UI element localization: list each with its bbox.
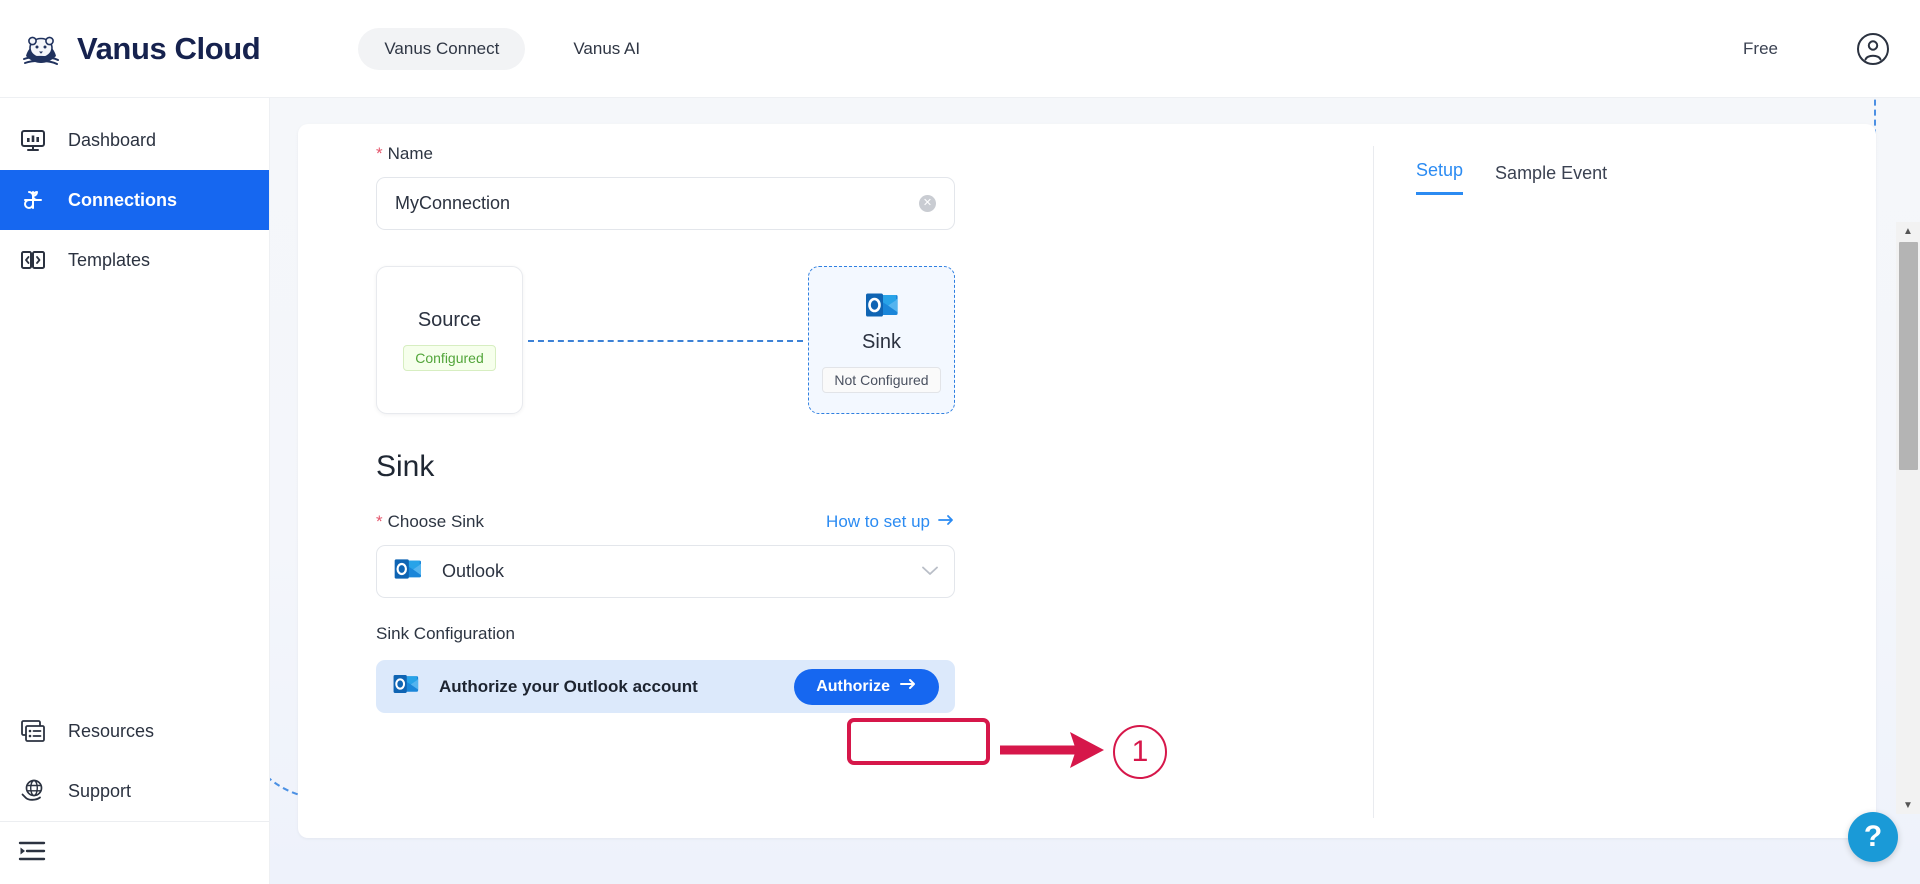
header-tab-vanus-ai[interactable]: Vanus AI xyxy=(551,28,662,70)
scroll-down-arrow-icon[interactable]: ▼ xyxy=(1896,796,1920,814)
account-circle-icon[interactable] xyxy=(1856,32,1890,66)
card-divider xyxy=(1373,146,1374,818)
sink-section-title: Sink xyxy=(376,450,435,483)
collapse-sidebar-icon xyxy=(18,840,46,867)
arrow-right-icon xyxy=(900,677,917,696)
choose-sink-row: * Choose Sink How to set up xyxy=(376,512,955,532)
sink-node[interactable]: Sink Not Configured xyxy=(808,266,955,414)
page-scrollbar[interactable]: ▲ ▼ xyxy=(1896,222,1920,814)
sink-node-title: Sink xyxy=(862,331,901,353)
connection-editor-card: * Name MyConnection ✕ Source Configured xyxy=(298,124,1876,838)
sidebar-item-dashboard[interactable]: Dashboard xyxy=(0,110,269,170)
outlook-icon xyxy=(864,287,900,323)
monitor-icon xyxy=(18,125,48,155)
how-to-set-up-link[interactable]: How to set up xyxy=(826,512,955,532)
sidebar-item-resources[interactable]: Resources xyxy=(0,701,269,761)
required-asterisk: * xyxy=(376,144,383,163)
chevron-down-icon[interactable] xyxy=(922,563,938,580)
sidebar: Dashboard Connections Templates Resource… xyxy=(0,98,270,884)
sidebar-item-label: Connections xyxy=(68,189,178,210)
name-field-label: * Name xyxy=(376,144,1316,164)
flow-connector-line xyxy=(528,340,803,342)
help-question-icon[interactable]: ? xyxy=(1848,812,1898,862)
arrow-right-icon xyxy=(938,512,955,532)
required-asterisk: * xyxy=(376,512,383,531)
sidebar-item-label: Support xyxy=(68,780,132,801)
outlook-icon xyxy=(393,554,423,589)
plan-badge: Free xyxy=(1743,38,1778,58)
sink-select-value: Outlook xyxy=(442,561,505,581)
support-globe-hand-icon xyxy=(18,776,48,806)
header-tab-vanus-connect[interactable]: Vanus Connect xyxy=(358,27,526,70)
sidebar-item-label: Dashboard xyxy=(68,129,157,150)
connections-icon xyxy=(18,185,48,215)
brand-title: Vanus Cloud xyxy=(77,30,261,66)
choose-sink-label-text: Choose Sink xyxy=(387,512,485,531)
page-body: * Name MyConnection ✕ Source Configured xyxy=(270,98,1920,884)
scroll-up-arrow-icon[interactable]: ▲ xyxy=(1896,222,1920,240)
authorize-description: Authorize your Outlook account xyxy=(439,676,698,696)
sidebar-item-templates[interactable]: Templates xyxy=(0,230,269,290)
resources-icon xyxy=(18,716,48,746)
source-sink-flow: Source Configured Sink Not Configured xyxy=(376,266,955,416)
name-input-value: MyConnection xyxy=(395,193,511,213)
sink-configuration-label: Sink Configuration xyxy=(376,624,515,643)
app-root: Vanus Cloud Vanus Connect Vanus AI Free xyxy=(0,0,1920,884)
scrollbar-thumb[interactable] xyxy=(1899,242,1918,470)
brand[interactable]: Vanus Cloud xyxy=(18,26,261,72)
source-node-title: Source xyxy=(417,309,482,331)
tab-setup[interactable]: Setup xyxy=(1416,160,1464,195)
templates-icon xyxy=(18,245,48,275)
header-nav: Vanus Connect Vanus AI xyxy=(358,27,662,70)
authorize-button[interactable]: Authorize xyxy=(794,668,939,705)
annotation-step-marker: 1 xyxy=(1113,725,1167,779)
sidebar-top-group: Dashboard Connections Templates xyxy=(0,98,269,290)
sidebar-item-label: Resources xyxy=(68,720,155,741)
sink-select[interactable]: Outlook xyxy=(376,545,955,598)
otter-logo-icon xyxy=(18,26,64,72)
connection-form: * Name MyConnection ✕ Source Configured xyxy=(376,144,1316,713)
name-label-text: Name xyxy=(387,144,433,163)
sidebar-item-support[interactable]: Support xyxy=(0,761,269,821)
name-input[interactable]: MyConnection ✕ xyxy=(376,177,955,230)
sidebar-item-label: Templates xyxy=(68,249,151,270)
sidebar-collapse-button[interactable] xyxy=(0,822,269,884)
source-node[interactable]: Source Configured xyxy=(376,266,523,414)
tab-sample-event[interactable]: Sample Event xyxy=(1495,163,1607,195)
choose-sink-label: * Choose Sink xyxy=(376,512,484,532)
sidebar-item-connections[interactable]: Connections xyxy=(0,170,269,230)
authorize-button-label: Authorize xyxy=(816,677,890,695)
clear-input-icon[interactable]: ✕ xyxy=(919,195,936,212)
header-right: Free xyxy=(1743,32,1890,66)
right-pane: Setup Sample Event xyxy=(1416,160,1607,195)
app-header: Vanus Cloud Vanus Connect Vanus AI Free xyxy=(0,0,1920,98)
source-status-badge: Configured xyxy=(403,345,496,371)
sink-status-badge: Not Configured xyxy=(822,367,941,393)
sidebar-bottom-group: Resources Support xyxy=(0,701,269,884)
right-pane-tabs: Setup Sample Event xyxy=(1416,160,1607,195)
outlook-icon xyxy=(392,670,420,703)
authorize-row: Authorize your Outlook account Authorize xyxy=(376,660,955,713)
how-to-set-up-text: How to set up xyxy=(826,512,930,531)
